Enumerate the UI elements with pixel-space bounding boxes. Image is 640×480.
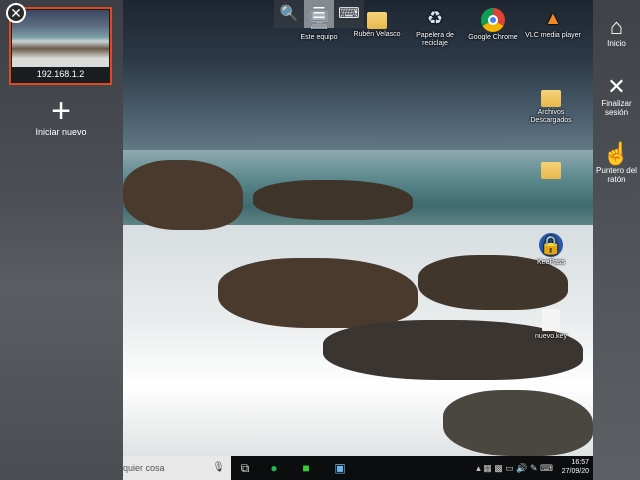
wallpaper-rock	[253, 180, 413, 220]
remote-desktop-app: ✕ 192.168.1.2 + Iniciar nuevo 🖥 Este equ…	[0, 0, 640, 480]
folder-shortcut-icon	[541, 90, 561, 107]
keyboard-icon[interactable]: ⌨	[334, 0, 364, 28]
home-button[interactable]: ⌂ Inicio	[593, 14, 640, 49]
home-icon: ⌂	[609, 14, 624, 39]
desktop-icon-folder[interactable]	[519, 158, 583, 181]
folder-icon	[541, 162, 561, 179]
desktop-icon-downloads[interactable]: Archivos Descargados	[519, 86, 583, 125]
keepass-icon: 🔒	[539, 233, 563, 257]
session-label: 192.168.1.2	[36, 69, 85, 79]
clock[interactable]: 16:57 27/09/20	[562, 458, 589, 476]
recycle-bin-icon: ♻	[426, 8, 444, 28]
mouse-pointer-button[interactable]: ☝ Puntero del ratón	[593, 141, 640, 185]
home-label: Inicio	[607, 39, 626, 48]
end-session-label: Finalizar sesión	[601, 99, 632, 117]
windows-taskbar: quier cosa 🎙 ⧉ ● ■ ▣ ▴ ▦ ▩ ▭ 🔊 ✎ ⌨ 16:57…	[123, 456, 593, 480]
file-icon	[542, 309, 560, 331]
remote-toolbar: 🔍 ☰ ⌨	[274, 0, 364, 28]
wallpaper-rock	[443, 390, 593, 456]
zoom-icon[interactable]: 🔍	[274, 0, 304, 28]
new-session-label: Iniciar nuevo	[35, 127, 87, 137]
search-placeholder: quier cosa	[123, 463, 165, 473]
close-icon: ✕	[607, 74, 626, 99]
taskbar-search-input[interactable]: quier cosa 🎙	[123, 456, 231, 480]
wallpaper-rock	[218, 258, 418, 328]
spotify-icon[interactable]: ●	[263, 456, 285, 480]
end-session-button[interactable]: ✕ Finalizar sesión	[593, 74, 640, 118]
plus-icon: +	[51, 92, 71, 130]
task-view-icon[interactable]: ⧉	[235, 456, 255, 480]
wallpaper-rock	[123, 160, 243, 230]
vlc-icon: ▲	[544, 8, 562, 28]
sessions-panel: ✕ 192.168.1.2 + Iniciar nuevo	[0, 0, 123, 480]
desktop-icon-vlc[interactable]: ▲ VLC media player	[521, 6, 585, 40]
user-folder-icon	[367, 12, 387, 29]
tray-icons[interactable]: ▴ ▦ ▩ ▭ 🔊 ✎ ⌨	[476, 456, 553, 480]
mouse-pointer-label: Puntero del ratón	[596, 166, 637, 184]
session-preview-image	[12, 10, 109, 67]
desktop-icon-nuevo-key[interactable]: nuevo.key	[519, 309, 583, 341]
menu-icon[interactable]: ☰	[304, 0, 334, 28]
hand-pointer-icon: ☝	[602, 141, 631, 166]
remote-app-icon[interactable]: ▣	[329, 456, 351, 480]
desktop-icon-keepass[interactable]: 🔒 KeePass	[519, 233, 583, 267]
chrome-icon	[481, 8, 505, 32]
remote-desktop[interactable]: 🖥 Este equipo Rubén Velasco ♻ Papelera d…	[123, 0, 593, 456]
microphone-icon[interactable]: 🎙	[212, 456, 225, 480]
new-session-button[interactable]: + Iniciar nuevo	[30, 92, 92, 138]
desktop-icon-chrome[interactable]: Google Chrome	[461, 8, 525, 42]
close-icon[interactable]: ✕	[6, 3, 26, 23]
session-thumbnail[interactable]: ✕ 192.168.1.2	[6, 3, 112, 85]
actions-panel: ⌂ Inicio ✕ Finalizar sesión ☝ Puntero de…	[593, 0, 640, 480]
clock-time: 16:57	[571, 459, 589, 466]
line-icon[interactable]: ■	[295, 456, 317, 480]
clock-date: 27/09/20	[561, 468, 589, 475]
desktop-icon-recycle-bin[interactable]: ♻ Papelera de reciclaje	[403, 6, 467, 48]
